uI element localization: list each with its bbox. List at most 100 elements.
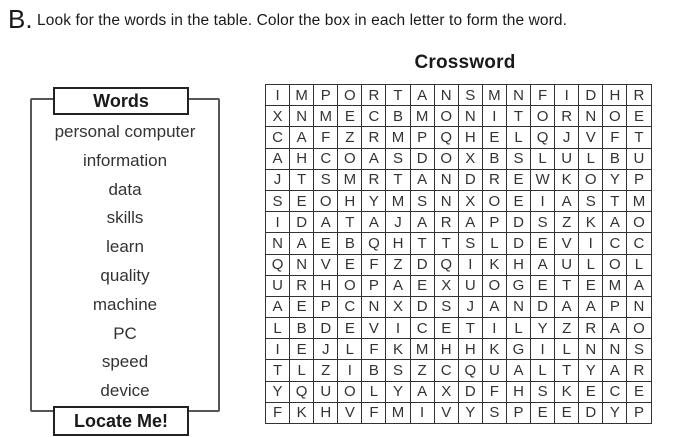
grid-cell[interactable]: T <box>338 212 363 234</box>
grid-cell[interactable]: S <box>627 339 652 361</box>
grid-cell[interactable]: K <box>482 254 507 276</box>
grid-cell[interactable]: U <box>627 148 652 170</box>
grid-cell[interactable]: B <box>338 233 363 255</box>
grid-cell[interactable]: O <box>338 85 363 107</box>
grid-cell[interactable]: A <box>506 360 532 382</box>
grid-cell[interactable]: E <box>531 275 556 297</box>
grid-cell[interactable]: C <box>603 381 628 403</box>
grid-cell[interactable]: R <box>579 318 604 340</box>
grid-cell[interactable]: D <box>579 85 604 107</box>
grid-cell[interactable]: C <box>338 296 363 319</box>
grid-cell[interactable]: J <box>386 212 411 234</box>
grid-cell[interactable]: J <box>555 127 580 149</box>
grid-cell[interactable]: Z <box>386 254 411 276</box>
grid-cell[interactable]: J <box>266 169 291 191</box>
grid-cell[interactable]: A <box>410 85 435 107</box>
grid-cell[interactable]: N <box>603 339 628 361</box>
grid-cell[interactable]: Y <box>386 381 411 403</box>
grid-cell[interactable]: H <box>290 148 315 170</box>
grid-cell[interactable]: B <box>290 318 315 340</box>
grid-cell[interactable]: A <box>458 212 483 234</box>
grid-cell[interactable]: I <box>338 360 363 382</box>
grid-cell[interactable]: R <box>482 169 507 191</box>
grid-cell[interactable]: R <box>555 106 580 128</box>
grid-cell[interactable]: A <box>362 148 387 170</box>
grid-cell[interactable]: X <box>266 106 291 128</box>
grid-cell[interactable]: S <box>531 381 556 403</box>
grid-cell[interactable]: N <box>506 296 532 319</box>
grid-cell[interactable]: B <box>362 360 387 382</box>
grid-cell[interactable]: E <box>482 127 507 149</box>
grid-cell[interactable]: H <box>434 339 459 361</box>
grid-cell[interactable]: L <box>482 233 507 255</box>
grid-cell[interactable]: S <box>314 169 339 191</box>
grid-cell[interactable]: L <box>506 127 532 149</box>
grid-cell[interactable]: O <box>434 148 459 170</box>
grid-cell[interactable]: N <box>627 296 652 319</box>
grid-cell[interactable]: U <box>314 381 339 403</box>
grid-cell[interactable]: X <box>434 381 459 403</box>
grid-cell[interactable]: L <box>266 318 291 340</box>
grid-cell[interactable]: C <box>434 360 459 382</box>
grid-cell[interactable]: D <box>531 296 556 319</box>
grid-cell[interactable]: N <box>579 106 604 128</box>
grid-cell[interactable]: U <box>266 275 291 297</box>
grid-cell[interactable]: F <box>603 127 628 149</box>
grid-cell[interactable]: O <box>627 318 652 340</box>
grid-cell[interactable]: A <box>386 275 411 297</box>
grid-cell[interactable]: N <box>434 169 459 191</box>
grid-cell[interactable]: V <box>314 254 339 276</box>
grid-cell[interactable]: E <box>506 190 532 213</box>
grid-cell[interactable]: E <box>290 190 315 213</box>
grid-cell[interactable]: U <box>555 254 580 276</box>
grid-cell[interactable]: M <box>290 85 315 107</box>
grid-cell[interactable]: K <box>579 212 604 234</box>
grid-cell[interactable]: L <box>290 360 315 382</box>
grid-cell[interactable]: E <box>506 169 532 191</box>
grid-cell[interactable]: A <box>555 296 580 319</box>
grid-cell[interactable]: L <box>362 381 387 403</box>
grid-cell[interactable]: Q <box>458 360 483 382</box>
grid-cell[interactable]: K <box>555 381 580 403</box>
grid-cell[interactable]: L <box>531 148 556 170</box>
grid-cell[interactable]: T <box>434 233 459 255</box>
grid-cell[interactable]: C <box>603 233 628 255</box>
grid-cell[interactable]: P <box>362 275 387 297</box>
grid-cell[interactable]: F <box>482 381 507 403</box>
grid-cell[interactable]: N <box>458 106 483 128</box>
grid-cell[interactable]: A <box>482 296 507 319</box>
grid-cell[interactable]: F <box>362 254 387 276</box>
grid-cell[interactable]: D <box>410 254 435 276</box>
grid-cell[interactable]: R <box>627 85 652 107</box>
grid-cell[interactable]: K <box>290 402 315 424</box>
grid-cell[interactable]: I <box>458 254 483 276</box>
grid-cell[interactable]: L <box>531 360 556 382</box>
grid-cell[interactable]: L <box>555 339 580 361</box>
grid-cell[interactable]: O <box>603 106 628 128</box>
grid-cell[interactable]: T <box>603 190 628 213</box>
grid-cell[interactable]: A <box>579 296 604 319</box>
grid-cell[interactable]: Y <box>603 169 628 191</box>
grid-cell[interactable]: S <box>386 148 411 170</box>
grid-cell[interactable]: E <box>531 233 556 255</box>
grid-cell[interactable]: I <box>386 318 411 340</box>
grid-cell[interactable]: M <box>410 339 435 361</box>
grid-cell[interactable]: O <box>531 106 556 128</box>
grid-cell[interactable]: S <box>266 190 291 213</box>
grid-cell[interactable]: K <box>482 339 507 361</box>
grid-cell[interactable]: A <box>410 212 435 234</box>
grid-cell[interactable]: D <box>314 318 339 340</box>
grid-cell[interactable]: U <box>482 360 507 382</box>
grid-cell[interactable]: P <box>627 169 652 191</box>
grid-cell[interactable]: D <box>579 402 604 424</box>
grid-cell[interactable]: S <box>434 296 459 319</box>
grid-cell[interactable]: Z <box>338 127 363 149</box>
grid-cell[interactable]: R <box>362 85 387 107</box>
grid-cell[interactable]: E <box>314 233 339 255</box>
grid-cell[interactable]: E <box>338 254 363 276</box>
grid-cell[interactable]: T <box>555 275 580 297</box>
grid-cell[interactable]: E <box>410 275 435 297</box>
grid-cell[interactable]: N <box>290 254 315 276</box>
grid-cell[interactable]: D <box>290 212 315 234</box>
grid-cell[interactable]: V <box>579 127 604 149</box>
